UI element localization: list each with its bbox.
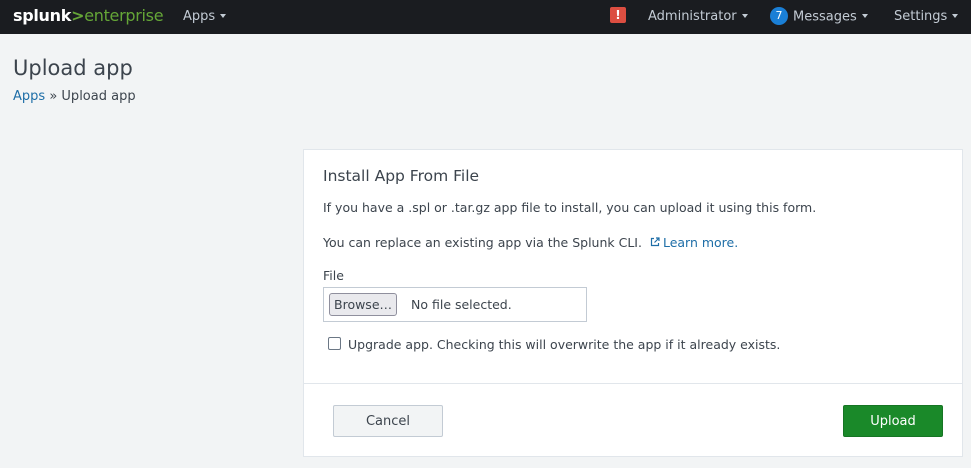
upgrade-app-label[interactable]: Upgrade app. Checking this will overwrit… bbox=[348, 337, 780, 353]
administrator-menu[interactable]: Administrator bbox=[648, 9, 748, 25]
panel-title: Install App From File bbox=[323, 167, 480, 185]
panel-divider bbox=[304, 383, 962, 384]
browse-button[interactable]: Browse… bbox=[329, 293, 398, 316]
top-navigation-bar: splunk>enterprise Apps ! Administrator 7… bbox=[0, 0, 971, 34]
breadcrumb-separator: » bbox=[49, 89, 58, 104]
breadcrumb-current: Upload app bbox=[61, 89, 136, 104]
install-description: If you have a .spl or .tar.gz app file t… bbox=[323, 200, 817, 215]
logo-separator: > bbox=[71, 6, 85, 25]
settings-menu-label: Settings bbox=[894, 9, 948, 24]
caret-down-icon bbox=[861, 14, 868, 18]
file-status-text: No file selected. bbox=[411, 297, 512, 312]
logo-product: enterprise bbox=[84, 6, 164, 25]
external-link-icon bbox=[650, 237, 660, 247]
messages-menu[interactable]: 7 Messages bbox=[770, 7, 868, 26]
learn-more-link[interactable]: Learn more. bbox=[650, 235, 738, 250]
page-title: Upload app bbox=[13, 56, 133, 80]
install-app-panel: Install App From File If you have a .spl… bbox=[303, 149, 963, 457]
apps-menu[interactable]: Apps bbox=[183, 9, 227, 25]
breadcrumb-apps-link[interactable]: Apps bbox=[13, 89, 45, 104]
cli-info: You can replace an existing app via the … bbox=[323, 235, 738, 251]
apps-menu-label: Apps bbox=[183, 9, 216, 24]
caret-down-icon bbox=[952, 13, 959, 18]
file-input[interactable]: Browse… No file selected. bbox=[323, 287, 587, 322]
administrator-menu-label: Administrator bbox=[648, 9, 737, 24]
caret-down-icon bbox=[741, 13, 748, 18]
messages-count-badge: 7 bbox=[770, 7, 788, 25]
caret-down-icon bbox=[220, 13, 227, 18]
cancel-button[interactable]: Cancel bbox=[333, 405, 443, 437]
logo-brand: splunk bbox=[13, 6, 72, 25]
breadcrumb: Apps » Upload app bbox=[13, 88, 136, 106]
file-label: File bbox=[323, 268, 344, 283]
upgrade-app-checkbox[interactable] bbox=[328, 337, 341, 350]
settings-menu[interactable]: Settings bbox=[894, 9, 959, 25]
exclamation-alert-icon[interactable]: ! bbox=[610, 7, 626, 23]
cli-info-text: You can replace an existing app via the … bbox=[323, 235, 642, 250]
splunk-enterprise-logo[interactable]: splunk>enterprise bbox=[13, 6, 164, 26]
upload-button[interactable]: Upload bbox=[843, 405, 943, 437]
learn-more-label: Learn more. bbox=[662, 235, 739, 250]
messages-menu-label: Messages bbox=[793, 9, 857, 25]
